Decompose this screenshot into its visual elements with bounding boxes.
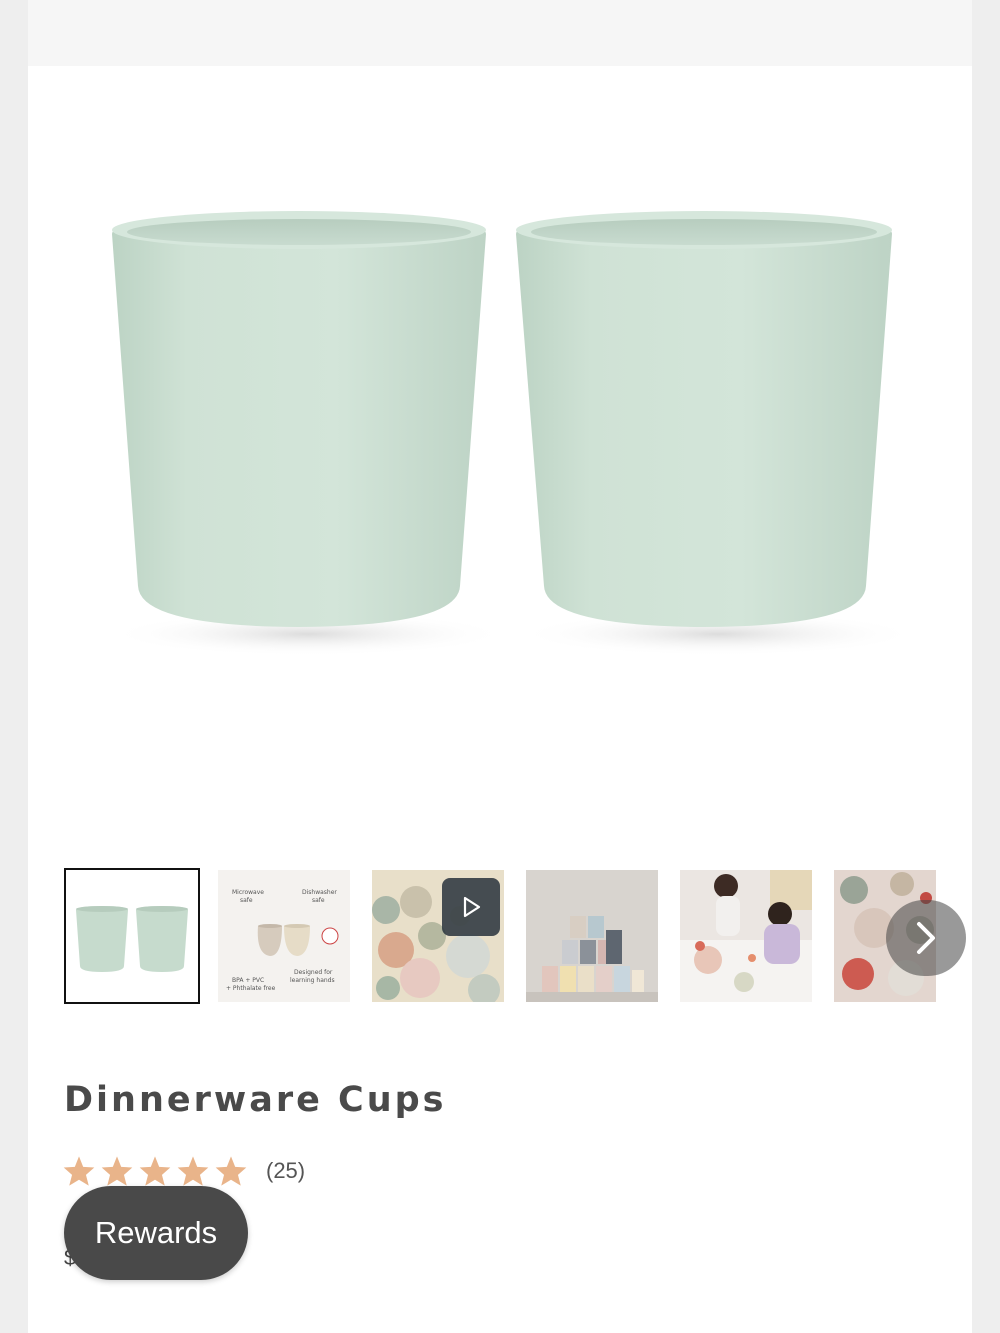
svg-text:safe: safe bbox=[240, 897, 253, 904]
star-icon bbox=[138, 1155, 172, 1187]
thumbnail-children-eating[interactable] bbox=[680, 870, 812, 1002]
svg-text:Designed for: Designed for bbox=[294, 969, 333, 976]
thumbnail-features-diagram[interactable]: Microwave safe Dishwasher safe BPA + PVC… bbox=[218, 870, 350, 1002]
product-page: Microwave safe Dishwasher safe BPA + PVC… bbox=[28, 0, 972, 1333]
rating-row[interactable]: (25) bbox=[62, 1155, 305, 1187]
rewards-button[interactable]: Rewards bbox=[64, 1186, 248, 1280]
star-icon bbox=[214, 1155, 248, 1187]
svg-text:+ Phthalate free: + Phthalate free bbox=[226, 985, 276, 992]
thumbnail-two-cups[interactable] bbox=[64, 868, 200, 1004]
svg-text:Dishwasher: Dishwasher bbox=[302, 889, 337, 896]
svg-text:learning hands: learning hands bbox=[290, 977, 335, 984]
svg-text:safe: safe bbox=[312, 897, 325, 904]
svg-text:BPA + PVC: BPA + PVC bbox=[232, 977, 264, 984]
product-title: Dinnerware Cups bbox=[64, 1080, 447, 1120]
play-icon[interactable] bbox=[442, 878, 500, 936]
svg-text:Microwave: Microwave bbox=[232, 889, 264, 896]
main-product-image[interactable] bbox=[28, 66, 972, 836]
star-icon bbox=[62, 1155, 96, 1187]
review-count[interactable]: (25) bbox=[266, 1158, 305, 1184]
thumbnail-strip: Microwave safe Dishwasher safe BPA + PVC… bbox=[64, 868, 966, 1004]
top-strip bbox=[28, 0, 972, 66]
star-icon bbox=[100, 1155, 134, 1187]
chevron-right-icon[interactable] bbox=[886, 900, 966, 976]
thumbnail-stacked-cups[interactable] bbox=[526, 870, 658, 1002]
thumbnail-dinnerware-video[interactable] bbox=[372, 870, 504, 1002]
star-icon bbox=[176, 1155, 210, 1187]
